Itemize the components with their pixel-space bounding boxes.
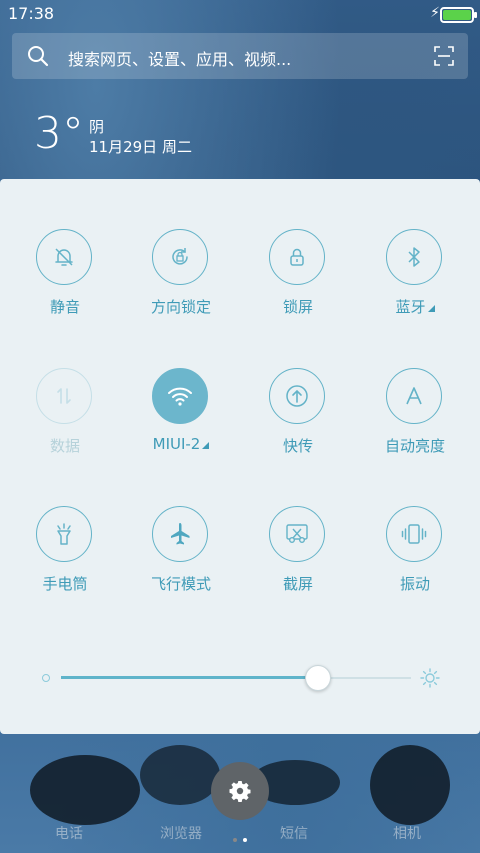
wallpaper-ink-shape — [140, 745, 220, 805]
toggle-screenshot-label: 截屏 — [282, 575, 313, 593]
wifi-icon — [168, 387, 192, 406]
status-time: 17:38 — [8, 4, 55, 23]
weather-date: 11月29日 周二 — [89, 138, 192, 156]
toggle-airplane-button[interactable] — [152, 506, 208, 562]
toggle-bluetooth[interactable]: 蓝牙 — [360, 229, 470, 339]
brightness-high-icon — [420, 668, 440, 688]
brightness-thumb[interactable] — [304, 665, 331, 691]
page-indicator — [233, 827, 253, 846]
toggle-mobile-data[interactable]: 数据 — [10, 368, 120, 478]
wallpaper-ink-shape — [30, 755, 140, 825]
weather-temperature: 3° — [34, 108, 84, 159]
brightness-low-icon — [42, 674, 50, 682]
toggle-wifi[interactable]: MIUI-2 — [126, 368, 236, 478]
bolt-icon: ⚡ — [430, 5, 440, 21]
toggle-vibrate-button[interactable] — [386, 506, 442, 562]
toggle-auto-brightness[interactable]: 自动亮度 — [360, 368, 470, 478]
toggle-lock-screen-button[interactable] — [269, 229, 325, 285]
toggle-mobile-data-label: 数据 — [49, 437, 80, 455]
search-bar[interactable]: 搜索网页、设置、应用、视频... — [12, 33, 468, 79]
status-bar: 17:38 ⚡ — [0, 0, 480, 28]
toggle-rotation-lock-button[interactable] — [152, 229, 208, 285]
expand-triangle-icon — [202, 442, 210, 449]
quick-settings-panel: 静音 方向锁定 锁屏 蓝牙 数据 MIUI-2 快传 自动亮度 手电筒 飞行模式… — [0, 179, 480, 734]
settings-button[interactable] — [211, 762, 269, 820]
toggle-mobile-data-button[interactable] — [36, 368, 92, 424]
bell-off-icon — [55, 248, 73, 266]
vibrate-icon — [401, 524, 427, 544]
page-dot-active — [243, 838, 247, 842]
toggle-vibrate[interactable]: 振动 — [360, 506, 470, 616]
dock-app-camera[interactable]: 相机 — [393, 823, 421, 843]
toggle-screenshot-button[interactable] — [269, 506, 325, 562]
toggle-lock-screen-label: 锁屏 — [282, 298, 313, 316]
letter-a-icon — [406, 387, 422, 405]
rotation-lock-icon — [172, 248, 188, 265]
toggle-quick-transfer[interactable]: 快传 — [243, 368, 353, 478]
search-placeholder: 搜索网页、设置、应用、视频... — [68, 50, 292, 69]
gear-icon — [229, 781, 251, 802]
brightness-slider[interactable] — [40, 663, 440, 693]
toggle-wifi-label: MIUI-2 — [126, 435, 236, 453]
lock-icon — [290, 248, 304, 266]
toggle-rotation-lock-label: 方向锁定 — [150, 298, 211, 316]
weather-condition: 阴 — [89, 118, 105, 136]
toggle-rotation-lock[interactable]: 方向锁定 — [126, 229, 236, 339]
dock: 电话 浏览器 短信 相机 — [0, 735, 480, 853]
scissors-icon — [286, 524, 308, 543]
toggle-lock-screen[interactable]: 锁屏 — [243, 229, 353, 339]
data-arrows-icon — [57, 388, 71, 404]
dock-app-messages[interactable]: 短信 — [280, 823, 308, 843]
toggle-auto-brightness-label: 自动亮度 — [384, 437, 445, 455]
toggle-quick-transfer-label: 快传 — [282, 437, 313, 455]
battery-icon — [440, 7, 477, 23]
wallpaper-ink-shape — [370, 745, 450, 825]
airplane-icon — [171, 523, 190, 545]
toggle-auto-brightness-button[interactable] — [386, 368, 442, 424]
dock-app-browser[interactable]: 浏览器 — [160, 823, 202, 843]
dock-app-phone[interactable]: 电话 — [55, 823, 83, 843]
toggle-wifi-button[interactable] — [152, 368, 208, 424]
toggle-mute[interactable]: 静音 — [10, 229, 120, 339]
search-icon — [28, 46, 49, 67]
toggle-bluetooth-label: 蓝牙 — [360, 296, 470, 317]
toggle-quick-transfer-button[interactable] — [269, 368, 325, 424]
toggle-airplane[interactable]: 飞行模式 — [126, 506, 236, 616]
page-dot — [233, 838, 237, 842]
toggle-flashlight[interactable]: 手电筒 — [10, 506, 120, 616]
toggle-mute-label: 静音 — [49, 298, 80, 316]
expand-triangle-icon — [427, 305, 435, 312]
scan-icon[interactable] — [434, 46, 454, 66]
toggle-bluetooth-button[interactable] — [386, 229, 442, 285]
flashlight-icon — [57, 523, 71, 545]
toggle-mute-button[interactable] — [36, 229, 92, 285]
toggle-flashlight-button[interactable] — [36, 506, 92, 562]
toggle-flashlight-label: 手电筒 — [42, 575, 88, 593]
upload-icon — [286, 385, 308, 407]
brightness-fill — [61, 676, 317, 679]
toggle-screenshot[interactable]: 截屏 — [243, 506, 353, 616]
bluetooth-icon — [408, 247, 420, 267]
toggle-airplane-label: 飞行模式 — [150, 575, 211, 593]
toggle-vibrate-label: 振动 — [399, 575, 430, 593]
